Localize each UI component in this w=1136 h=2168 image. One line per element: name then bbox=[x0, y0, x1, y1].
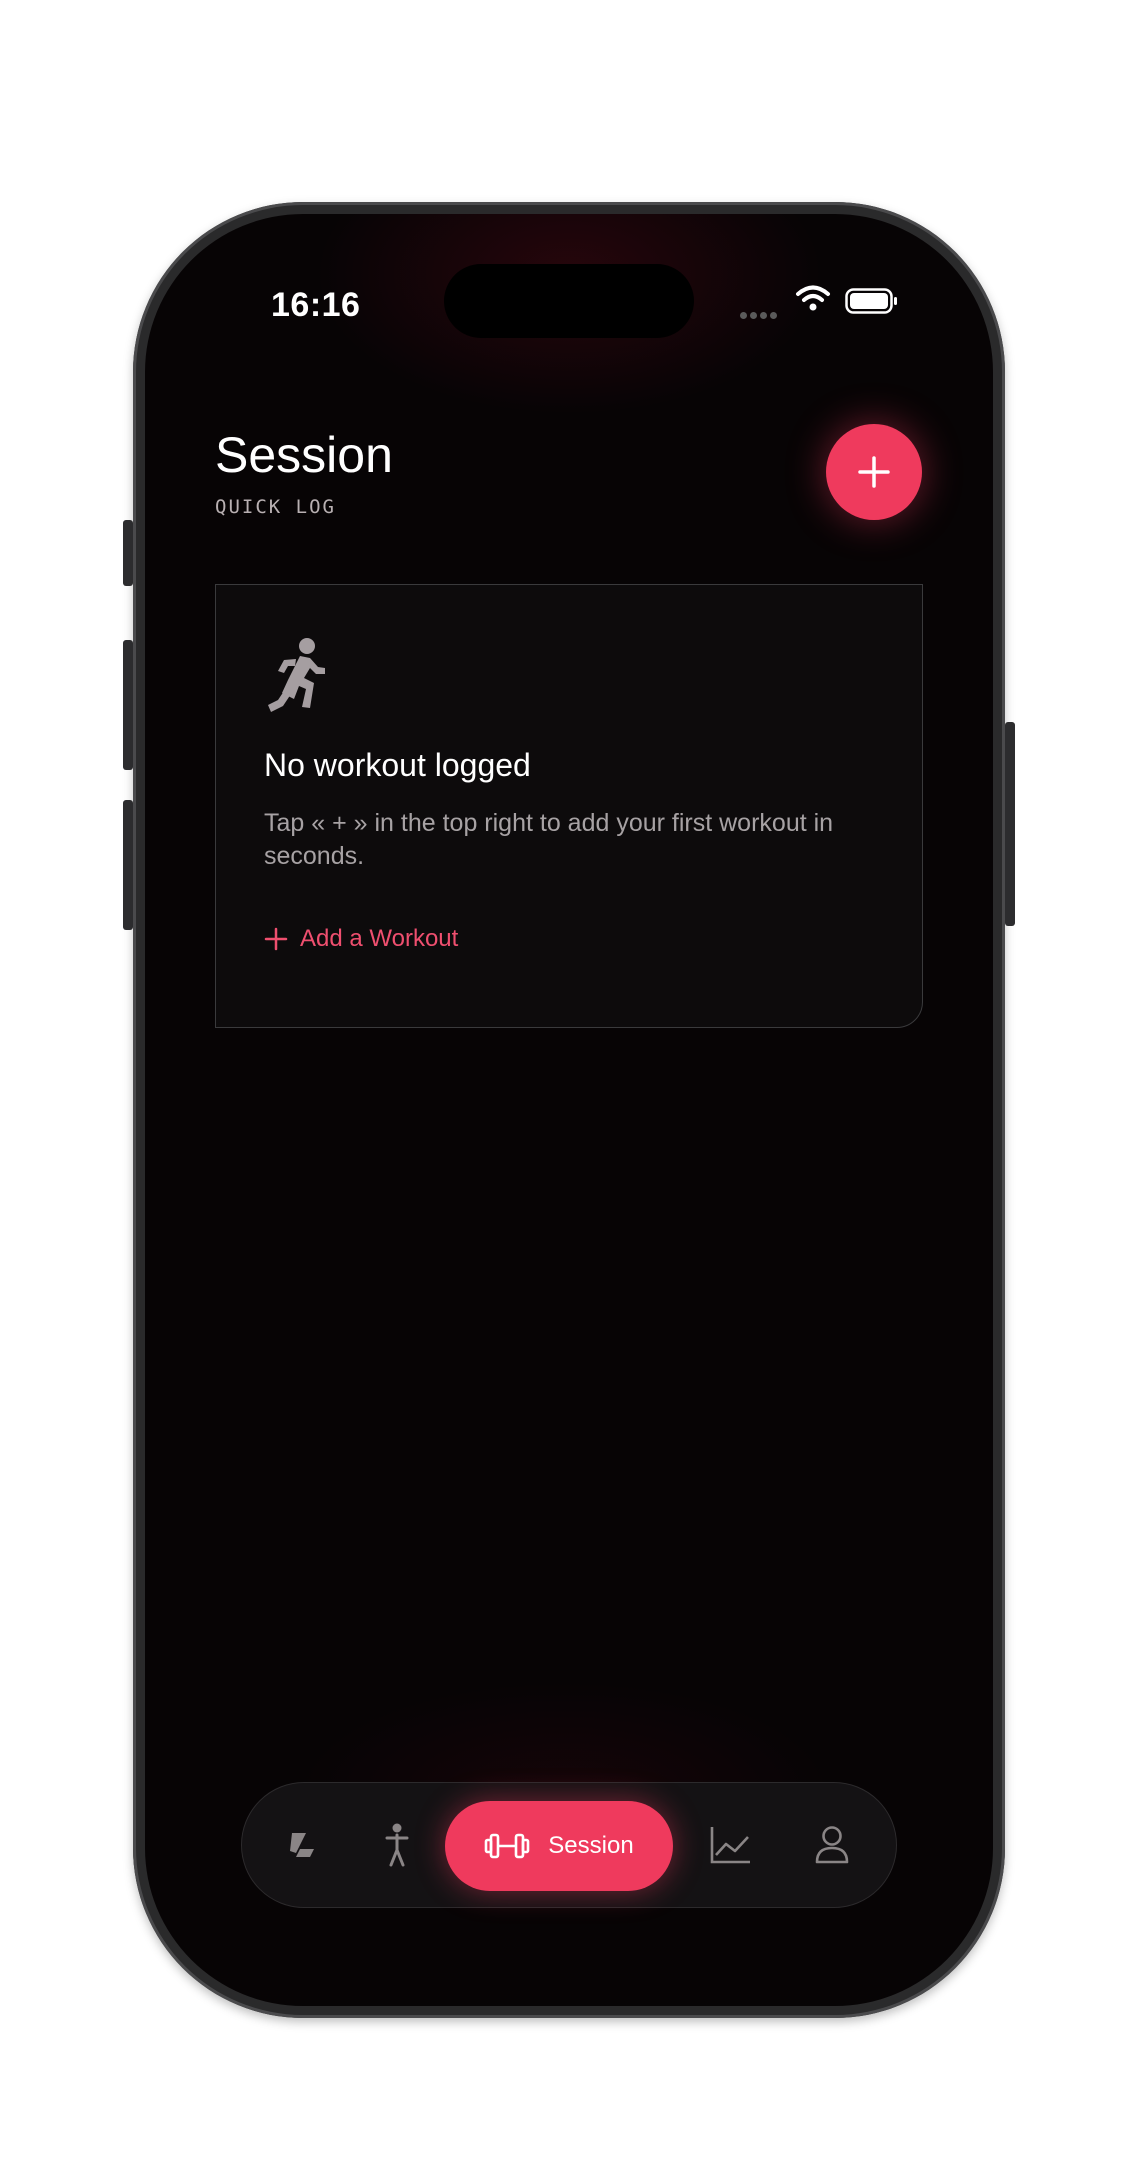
add-workout-link[interactable]: Add a Workout bbox=[264, 925, 458, 953]
dynamic-island bbox=[444, 264, 694, 338]
action-button bbox=[123, 520, 133, 586]
empty-state-description: Tap « + » in the top right to add your f… bbox=[264, 809, 834, 870]
battery-icon bbox=[845, 288, 897, 314]
logo-icon[interactable] bbox=[284, 1827, 320, 1863]
volume-down-button bbox=[123, 800, 133, 930]
app-screen: 16:16 Session QUICK LOG No workout logge… bbox=[145, 214, 993, 2006]
empty-state-card: No workout logged Tap « + » in the top r… bbox=[215, 584, 923, 1028]
plus-icon bbox=[858, 456, 890, 488]
tab-session[interactable]: Session bbox=[445, 1801, 673, 1891]
dumbbell-icon bbox=[484, 1833, 530, 1859]
volume-up-button bbox=[123, 640, 133, 770]
wifi-icon bbox=[796, 285, 830, 311]
plus-icon bbox=[264, 927, 288, 951]
add-workout-label: Add a Workout bbox=[300, 925, 459, 952]
power-button bbox=[1005, 722, 1015, 926]
profile-icon[interactable] bbox=[814, 1825, 850, 1865]
empty-state-title: No workout logged bbox=[264, 747, 531, 783]
status-time: 16:16 bbox=[271, 286, 361, 324]
person-standing-icon[interactable] bbox=[382, 1823, 412, 1867]
add-workout-button[interactable] bbox=[826, 424, 922, 520]
page-title: Session bbox=[215, 427, 393, 483]
chart-line-icon[interactable] bbox=[710, 1825, 752, 1865]
page-subtitle: QUICK LOG bbox=[215, 496, 336, 518]
running-figure-icon bbox=[268, 638, 325, 712]
tab-session-label: Session bbox=[548, 1832, 634, 1859]
tab-bar: Session bbox=[241, 1782, 897, 1908]
cellular-signal-icon bbox=[740, 306, 780, 324]
